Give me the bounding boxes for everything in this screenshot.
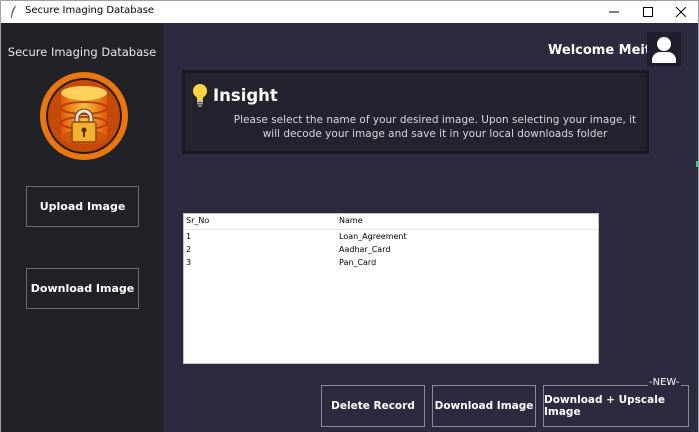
minimize-icon [609,11,619,13]
image-records-table[interactable]: Sr_No Name 1 Loan_Agreement 2 Aadhar_Car… [183,213,599,364]
close-icon [676,7,686,17]
column-divider [337,214,338,229]
main-panel: Welcome Meit Insight Please select the n… [163,23,698,432]
download-image-button[interactable]: Download Image [432,385,536,427]
delete-record-button[interactable]: Delete Record [321,385,425,427]
avatar[interactable] [647,32,681,66]
database-lock-icon [40,72,128,160]
cell-name: Loan_Agreement [339,232,407,241]
cell-sr-no: 1 [186,232,192,241]
table-header: Sr_No Name [184,214,598,230]
welcome-message: Welcome Meit [548,43,652,58]
window-title: Secure Imaging Database [25,5,155,16]
new-badge: -NEW- [648,377,681,388]
table-row[interactable]: 2 Aadhar_Card [184,245,598,258]
maximize-icon [643,7,653,17]
table-row[interactable]: 3 Pan_Card [184,258,598,271]
sidebar-download-image-button[interactable]: Download Image [26,268,139,309]
cell-sr-no: 2 [186,245,192,254]
app-window: Secure Imaging Database Secure Imaging D… [0,0,699,432]
minimize-button[interactable] [597,1,631,23]
insight-text: Please select the name of your desired i… [233,114,637,140]
cell-sr-no: 3 [186,258,192,267]
insight-panel: Insight Please select the name of your d… [182,70,649,154]
edge-indicator [696,161,698,167]
table-row[interactable]: 1 Loan_Agreement [184,232,598,245]
user-icon [652,37,676,63]
sidebar: Secure Imaging Database Upload Image Dow… [1,23,163,432]
close-button[interactable] [664,1,698,23]
maximize-button[interactable] [631,1,665,23]
sidebar-title: Secure Imaging Database [7,45,157,59]
upload-image-button[interactable]: Upload Image [26,186,139,227]
insight-title: Insight [213,86,278,105]
cell-name: Aadhar_Card [339,245,391,254]
cell-name: Pan_Card [339,258,377,267]
download-upscale-button[interactable]: Download + Upscale Image [543,385,689,427]
title-bar[interactable]: Secure Imaging Database [1,1,698,23]
lightbulb-icon [193,84,207,107]
feather-icon [11,5,17,18]
column-header-sr-no[interactable]: Sr_No [186,216,209,225]
column-header-name[interactable]: Name [339,216,363,225]
